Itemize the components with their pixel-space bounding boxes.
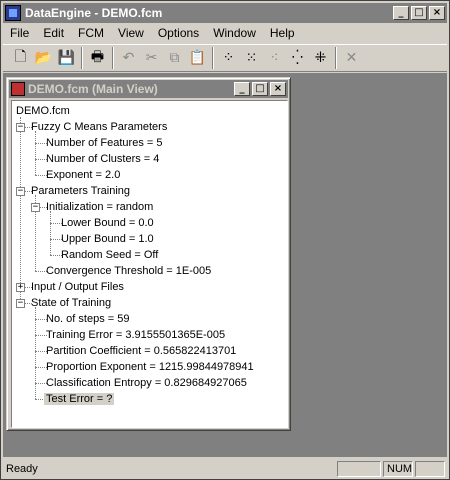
toolbar-separator: [335, 47, 337, 69]
collapse-icon[interactable]: −: [16, 123, 25, 132]
tree-item-label: Proportion Exponent = 1215.99844978941: [46, 361, 254, 373]
tree-item[interactable]: Fuzzy C Means Parameters: [29, 119, 169, 135]
tree-connector: [50, 211, 51, 255]
tree-item-label: Input / Output Files: [31, 281, 124, 293]
undo-icon[interactable]: ↶: [117, 47, 140, 69]
cut-icon[interactable]: ✂: [140, 47, 163, 69]
tree-item[interactable]: Exponent = 2.0: [44, 167, 122, 183]
menu-window[interactable]: Window: [206, 26, 263, 40]
collapse-icon[interactable]: −: [16, 187, 25, 196]
toolbar: 🗋 📂 💾 🖶 ↶ ✂ ⧉ 📋 ⁘ ⁙ ⁖ ⁛ ⁜ ✕: [3, 44, 447, 72]
fcm-scatter-4-icon[interactable]: ⁛: [286, 47, 309, 69]
tree-item-label: Number of Clusters = 4: [46, 153, 160, 165]
tree-item[interactable]: Input / Output Files: [29, 279, 126, 295]
toolbar-separator: [81, 47, 83, 69]
save-icon[interactable]: 💾: [55, 47, 78, 69]
status-text: Ready: [6, 463, 38, 475]
tree-item-label: Exponent = 2.0: [46, 169, 121, 181]
copy-icon[interactable]: ⧉: [163, 47, 186, 69]
application-window: DataEngine - DEMO.fcm _ □ × File Edit FCM V…: [0, 0, 450, 480]
tree-item-label: Training Error = 3.9155501365E-005: [46, 329, 226, 341]
delete-icon[interactable]: ✕: [340, 47, 363, 69]
tree-item[interactable]: Parameters Training: [29, 183, 132, 199]
tree-item-label: Random Seed = Off: [61, 249, 159, 261]
menu-file[interactable]: File: [3, 26, 36, 40]
collapse-icon[interactable]: −: [31, 203, 40, 212]
close-button[interactable]: ×: [429, 6, 445, 20]
tree-item[interactable]: Proportion Exponent = 1215.99844978941: [44, 359, 256, 375]
print-icon[interactable]: 🖶: [86, 47, 109, 69]
tree-item[interactable]: State of Training: [29, 295, 113, 311]
collapse-icon[interactable]: −: [16, 299, 25, 308]
tree-item[interactable]: Test Error = ?: [44, 391, 115, 407]
tree-item-label: Test Error = ?: [44, 393, 115, 405]
tree-item-label: Lower Bound = 0.0: [61, 217, 154, 229]
parameter-tree[interactable]: DEMO.fcm − Fuzzy C Means Parameters Number …: [11, 100, 288, 428]
window-title: DataEngine - DEMO.fcm: [25, 6, 163, 20]
tree-item-label: State of Training: [31, 297, 112, 309]
main-view-title: DEMO.fcm (Main View): [28, 82, 158, 96]
main-view-window: DEMO.fcm (Main View) _ □ × DEMO.fcm − Fuzz…: [6, 77, 291, 431]
tree-item-label: No. of steps = 59: [46, 313, 130, 325]
tree-item-label: Initialization = random: [46, 201, 154, 213]
new-file-icon[interactable]: 🗋: [9, 47, 32, 69]
child-maximize-button[interactable]: □: [252, 82, 268, 96]
child-minimize-button[interactable]: _: [234, 82, 250, 96]
toolbar-separator: [112, 47, 114, 69]
tree-item-label: Classification Entropy = 0.829684927065: [46, 377, 247, 389]
minimize-button[interactable]: _: [393, 6, 409, 20]
tree-item-label: Upper Bound = 1.0: [61, 233, 154, 245]
status-panel-empty: [337, 461, 381, 477]
status-panel-scroll: [415, 461, 445, 477]
menu-bar: File Edit FCM View Options Window Help: [3, 23, 447, 43]
tree-item-label: DEMO.fcm: [16, 105, 70, 117]
tree-item[interactable]: Number of Clusters = 4: [44, 151, 161, 167]
maximize-button[interactable]: □: [411, 6, 427, 20]
num-lock-indicator: NUM: [383, 461, 413, 477]
menu-options[interactable]: Options: [151, 26, 206, 40]
toolbar-separator: [212, 47, 214, 69]
tree-item-label: Convergence Threshold = 1E-005: [46, 265, 212, 277]
tree-item[interactable]: DEMO.fcm: [14, 103, 72, 119]
tree-connector: [20, 117, 21, 303]
fcm-scatter-5-icon[interactable]: ⁜: [309, 47, 332, 69]
tree-item[interactable]: Upper Bound = 1.0: [59, 231, 156, 247]
tree-item-label: Partition Coefficient = 0.565822413701: [46, 345, 237, 357]
child-close-button[interactable]: ×: [270, 82, 286, 96]
expand-icon[interactable]: +: [16, 283, 25, 292]
tree-item[interactable]: Classification Entropy = 0.829684927065: [44, 375, 249, 391]
menu-help[interactable]: Help: [263, 26, 302, 40]
menu-edit[interactable]: Edit: [36, 26, 71, 40]
tree-item[interactable]: Number of Features = 5: [44, 135, 164, 151]
status-bar: Ready NUM: [3, 459, 447, 479]
document-icon[interactable]: [11, 82, 25, 96]
tree-item-label: Parameters Training: [31, 185, 131, 197]
tree-connector: [35, 131, 36, 175]
tree-item[interactable]: Lower Bound = 0.0: [59, 215, 156, 231]
tree-item[interactable]: Convergence Threshold = 1E-005: [44, 263, 213, 279]
main-view-title-bar[interactable]: DEMO.fcm (Main View) _ □ ×: [9, 80, 288, 98]
tree-connector: [35, 307, 36, 399]
paste-icon[interactable]: 📋: [186, 47, 209, 69]
tree-item[interactable]: No. of steps = 59: [44, 311, 131, 327]
tree-item[interactable]: Training Error = 3.9155501365E-005: [44, 327, 227, 343]
title-bar[interactable]: DataEngine - DEMO.fcm _ □ ×: [3, 3, 447, 23]
fcm-scatter-3-icon[interactable]: ⁖: [263, 47, 286, 69]
menu-view[interactable]: View: [111, 26, 151, 40]
tree-item[interactable]: Random Seed = Off: [59, 247, 160, 263]
mdi-workspace: DEMO.fcm (Main View) _ □ × DEMO.fcm − Fuzz…: [3, 73, 447, 457]
open-folder-icon[interactable]: 📂: [32, 47, 55, 69]
tree-item-label: Number of Features = 5: [46, 137, 163, 149]
fcm-scatter-2-icon[interactable]: ⁙: [240, 47, 263, 69]
app-icon[interactable]: [5, 5, 21, 21]
tree-item[interactable]: Partition Coefficient = 0.565822413701: [44, 343, 238, 359]
tree-item-label: Fuzzy C Means Parameters: [31, 121, 168, 133]
menu-fcm[interactable]: FCM: [71, 26, 111, 40]
tree-item[interactable]: Initialization = random: [44, 199, 155, 215]
fcm-scatter-1-icon[interactable]: ⁘: [217, 47, 240, 69]
